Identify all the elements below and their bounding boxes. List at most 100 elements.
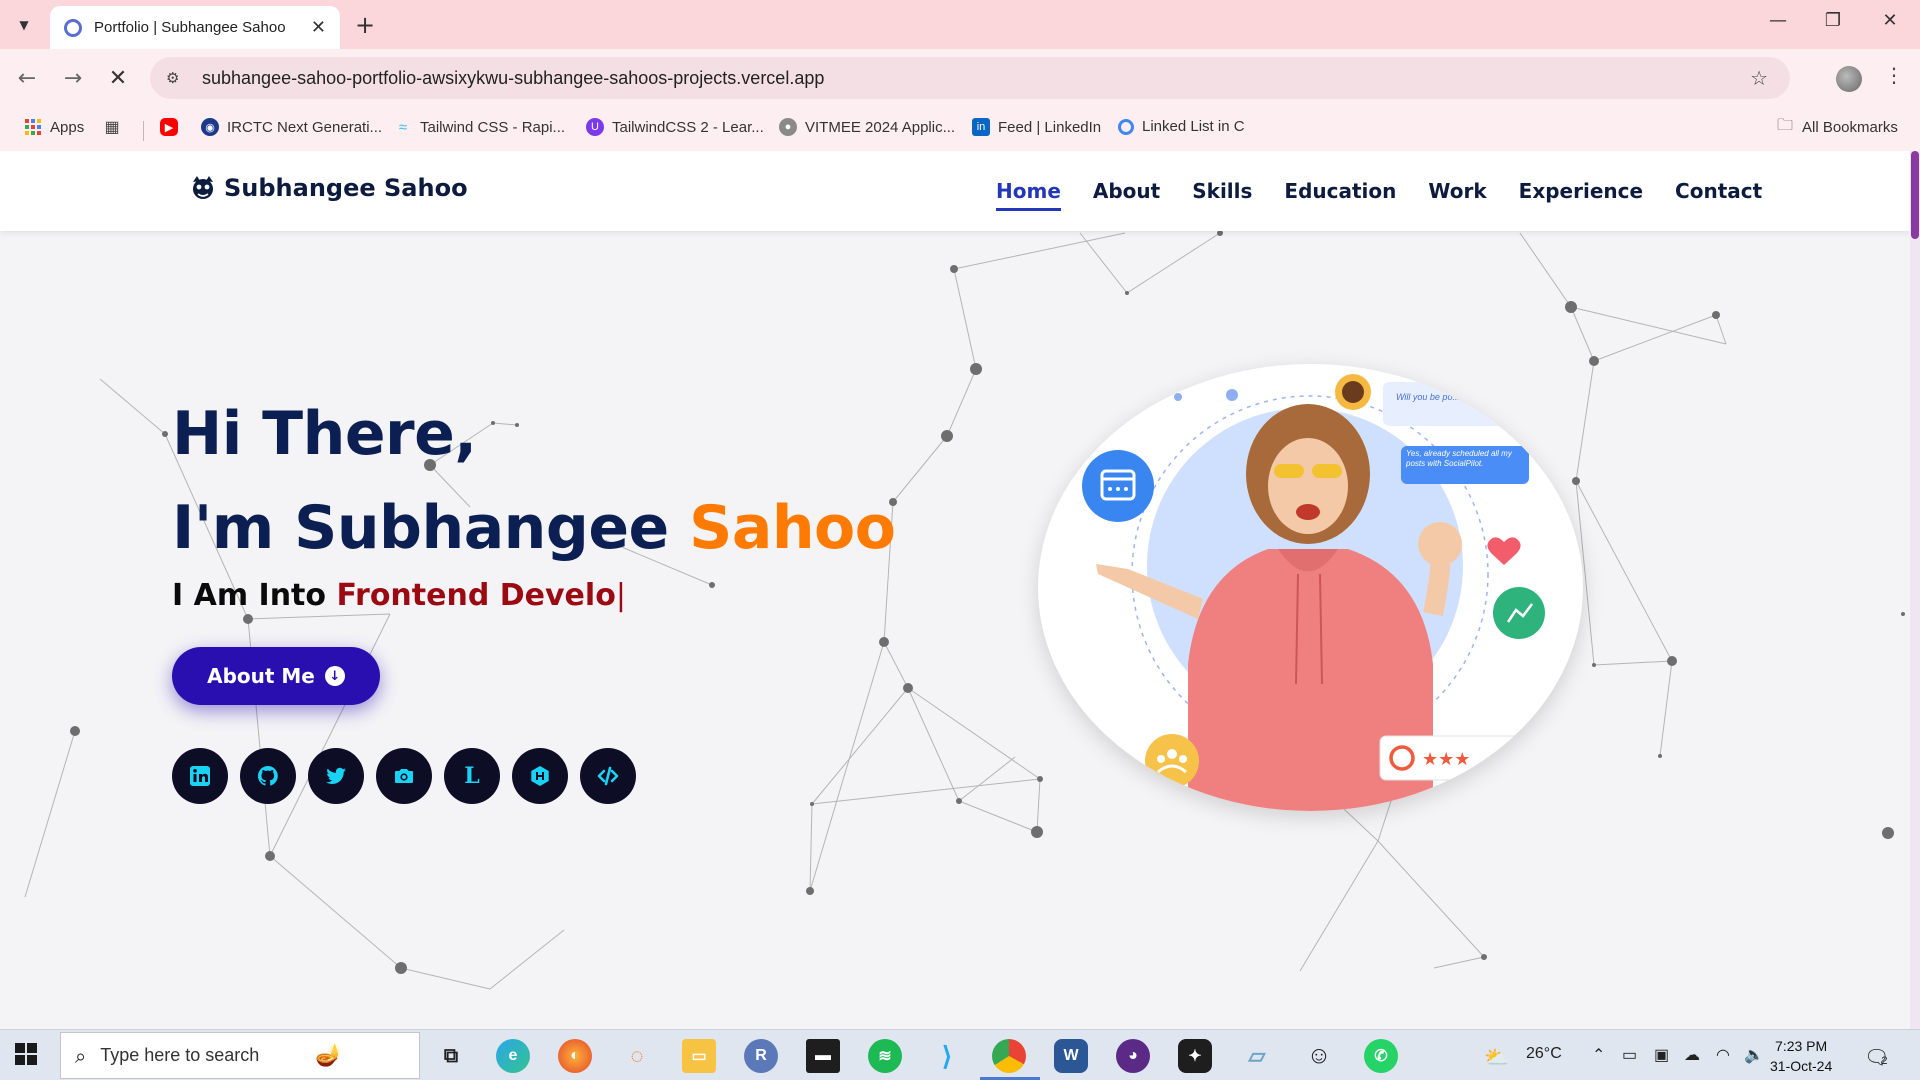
emoji-app-icon[interactable]: ☺ xyxy=(1302,1039,1336,1073)
browser-tab[interactable]: Portfolio | Subhangee Sahoo ✕ xyxy=(50,6,340,49)
spotify-icon[interactable]: ≋ xyxy=(868,1039,902,1073)
social-links: L xyxy=(172,748,648,804)
restore-icon[interactable]: ❐ xyxy=(1813,10,1853,31)
leetcode-icon: L xyxy=(464,763,480,789)
weather-icon[interactable]: ⛅ xyxy=(1484,1045,1509,1070)
forward-icon[interactable]: → xyxy=(58,66,88,91)
github-icon xyxy=(257,765,278,786)
omnibox[interactable]: ⚙ subhangee-sahoo-portfolio-awsixykwu-su… xyxy=(150,57,1790,99)
vscode-icon[interactable]: ⟩ xyxy=(930,1039,964,1073)
stop-loading-icon[interactable]: ✕ xyxy=(103,66,133,91)
terminal-icon[interactable]: ▬ xyxy=(806,1039,840,1073)
hero-intro-accent: Sahoo xyxy=(689,493,896,563)
file-explorer-icon[interactable]: ▭ xyxy=(682,1039,716,1073)
about-me-button[interactable]: About Me ↓ xyxy=(172,647,380,705)
onedrive-icon[interactable]: ☁ xyxy=(1684,1045,1700,1065)
wifi-icon[interactable]: ◠ xyxy=(1716,1045,1730,1065)
url-text[interactable]: subhangee-sahoo-portfolio-awsixykwu-subh… xyxy=(202,68,824,89)
scrollbar-thumb[interactable] xyxy=(1911,151,1919,239)
github-desktop-icon[interactable]: ◕ xyxy=(1116,1039,1150,1073)
back-icon[interactable]: ← xyxy=(12,66,42,91)
bookmark-linked-list[interactable]: Linked List in C xyxy=(1118,118,1245,135)
nav-skills[interactable]: Skills xyxy=(1192,179,1252,211)
chat-answer-text: Yes, already scheduled all my posts with… xyxy=(1406,449,1512,468)
chrome-icon[interactable] xyxy=(992,1039,1026,1073)
notes-app-icon[interactable]: ▱ xyxy=(1240,1039,1274,1073)
vit-icon: ● xyxy=(779,118,797,136)
profile-avatar[interactable] xyxy=(1836,66,1862,92)
minimize-icon[interactable]: — xyxy=(1758,10,1798,31)
new-tab-icon[interactable]: + xyxy=(352,11,378,39)
all-bookmarks-label: All Bookmarks xyxy=(1802,118,1898,136)
battery-icon[interactable]: ▭ xyxy=(1622,1045,1637,1065)
notifications-icon[interactable]: 🗨2 xyxy=(1864,1045,1889,1070)
nav-education[interactable]: Education xyxy=(1284,179,1396,211)
volume-icon[interactable]: 🔈 xyxy=(1744,1045,1764,1065)
meet-now-icon[interactable]: ▣ xyxy=(1654,1045,1669,1065)
typed-prefix: I Am Into xyxy=(172,578,326,613)
leetcode-link[interactable]: L xyxy=(444,748,500,804)
tab-title: Portfolio | Subhangee Sahoo xyxy=(94,19,286,36)
close-window-icon[interactable]: ✕ xyxy=(1870,10,1910,31)
bookmark-tab-groups[interactable]: ▦ xyxy=(103,118,129,136)
bookmark-star-icon[interactable]: ☆ xyxy=(1750,66,1768,90)
bookmarks-bar: Apps ▦ ▶ ◉ IRCTC Next Generati... ≈ Tail… xyxy=(0,109,1920,151)
bookmark-label: IRCTC Next Generati... xyxy=(227,118,383,136)
close-tab-icon[interactable]: ✕ xyxy=(311,17,326,38)
weather-temperature[interactable]: 26°C xyxy=(1526,1045,1562,1063)
edge-icon[interactable]: e xyxy=(496,1039,530,1073)
notification-count: 2 xyxy=(1881,1055,1888,1067)
bookmark-apps[interactable]: Apps xyxy=(24,118,84,136)
typed-role: Frontend Develo xyxy=(336,578,616,613)
linkedin-link[interactable] xyxy=(172,748,228,804)
nav-work[interactable]: Work xyxy=(1428,179,1486,211)
instagram-link[interactable] xyxy=(376,748,432,804)
arrow-down-circle-icon: ↓ xyxy=(324,666,345,686)
portfolio-code-link[interactable] xyxy=(580,748,636,804)
all-bookmarks[interactable]: 🗀 All Bookmarks xyxy=(1776,117,1898,136)
hashnode-icon xyxy=(531,766,549,786)
nav-home[interactable]: Home xyxy=(996,179,1061,211)
bookmark-youtube[interactable]: ▶ xyxy=(160,118,186,136)
taskbar-search-box[interactable]: ⌕ Type here to search 🪔 xyxy=(60,1032,420,1079)
twitter-link[interactable] xyxy=(308,748,364,804)
nav-experience[interactable]: Experience xyxy=(1519,179,1643,211)
site-info-icon[interactable]: ⚙ xyxy=(166,69,190,87)
firefox-icon[interactable]: ◐ xyxy=(558,1039,592,1073)
more-menu-icon[interactable]: ⋮ xyxy=(1884,63,1904,87)
task-view-icon[interactable]: ⧉ xyxy=(434,1039,468,1073)
browser-tab-strip: ▼ Portfolio | Subhangee Sahoo ✕ + — ❐ ✕ xyxy=(0,0,1920,49)
bookmark-irctc[interactable]: ◉ IRCTC Next Generati... xyxy=(201,118,382,136)
code-icon xyxy=(597,766,619,786)
whatsapp-icon[interactable]: ✆ xyxy=(1364,1039,1398,1073)
page-scrollbar[interactable] xyxy=(1910,151,1920,1029)
word-icon[interactable]: W xyxy=(1054,1039,1088,1073)
address-toolbar: ← → ✕ ⚙ subhangee-sahoo-portfolio-awsixy… xyxy=(0,49,1920,109)
brand-link[interactable]: Subhangee Sahoo xyxy=(188,173,468,203)
bookmark-vitmee[interactable]: ● VITMEE 2024 Applic... xyxy=(779,118,955,136)
system-clock[interactable]: 7:23 PM 31-Oct-24 xyxy=(1770,1036,1832,1076)
youtube-icon: ▶ xyxy=(160,118,178,136)
nav-about[interactable]: About xyxy=(1093,179,1160,211)
windows-start-icon[interactable] xyxy=(14,1042,38,1070)
tab-search-chevron-icon[interactable]: ▼ xyxy=(8,10,40,40)
bookmark-tailwindcss2[interactable]: U TailwindCSS 2 - Lear... xyxy=(586,118,764,136)
jupyter-icon[interactable]: ◌ xyxy=(620,1039,654,1073)
windows-taskbar: ⌕ Type here to search 🪔 ⧉ e ◐ ◌ ▭ R ▬ ≋ … xyxy=(0,1029,1920,1080)
typing-caret: | xyxy=(615,578,626,613)
site-navbar: Subhangee Sahoo Home About Skills Educat… xyxy=(0,151,1910,231)
bookmark-tailwind[interactable]: ≈ Tailwind CSS - Rapi... xyxy=(394,118,565,136)
nav-contact[interactable]: Contact xyxy=(1675,179,1762,211)
r-studio-icon[interactable]: R xyxy=(744,1039,778,1073)
github-link[interactable] xyxy=(240,748,296,804)
hashnode-link[interactable] xyxy=(512,748,568,804)
site-nav-links: Home About Skills Education Work Experie… xyxy=(996,179,1794,211)
tab-groups-icon: ▦ xyxy=(104,119,120,136)
udemy-icon: U xyxy=(586,118,604,136)
figma-icon[interactable]: ✦ xyxy=(1178,1039,1212,1073)
show-hidden-icons-chevron-icon[interactable]: ⌃ xyxy=(1592,1045,1605,1065)
hero-greeting: Hi There, xyxy=(172,399,477,469)
bookmark-linkedin[interactable]: in Feed | LinkedIn xyxy=(972,118,1101,136)
hero-heading: Hi There, I'm Subhangee Sahoo xyxy=(172,387,896,575)
camera-icon xyxy=(395,769,413,783)
